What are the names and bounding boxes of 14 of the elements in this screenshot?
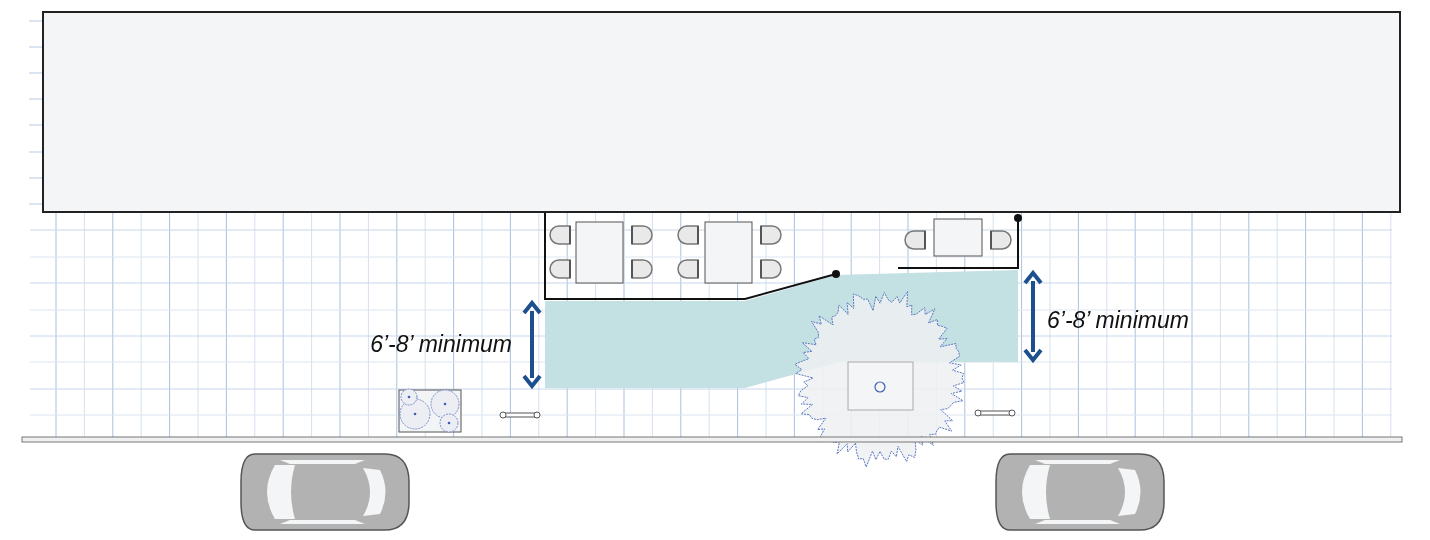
bike-rack-icon: [974, 409, 1016, 417]
chair-icon: [760, 225, 782, 245]
chair-icon: [677, 225, 699, 245]
dimension-label: 6’-8’ minimum: [370, 331, 512, 357]
table-icon: [704, 221, 753, 284]
chair-icon: [990, 230, 1012, 250]
table-icon: [933, 218, 983, 257]
chair-icon: [549, 225, 571, 245]
chair-icon: [904, 230, 926, 250]
chair-icon: [631, 225, 653, 245]
dimension-label: 6’-8’ minimum: [1047, 307, 1189, 333]
table-icon: [575, 221, 624, 284]
bike-rack-icon: [499, 411, 541, 419]
planter-drawing: [398, 388, 462, 433]
